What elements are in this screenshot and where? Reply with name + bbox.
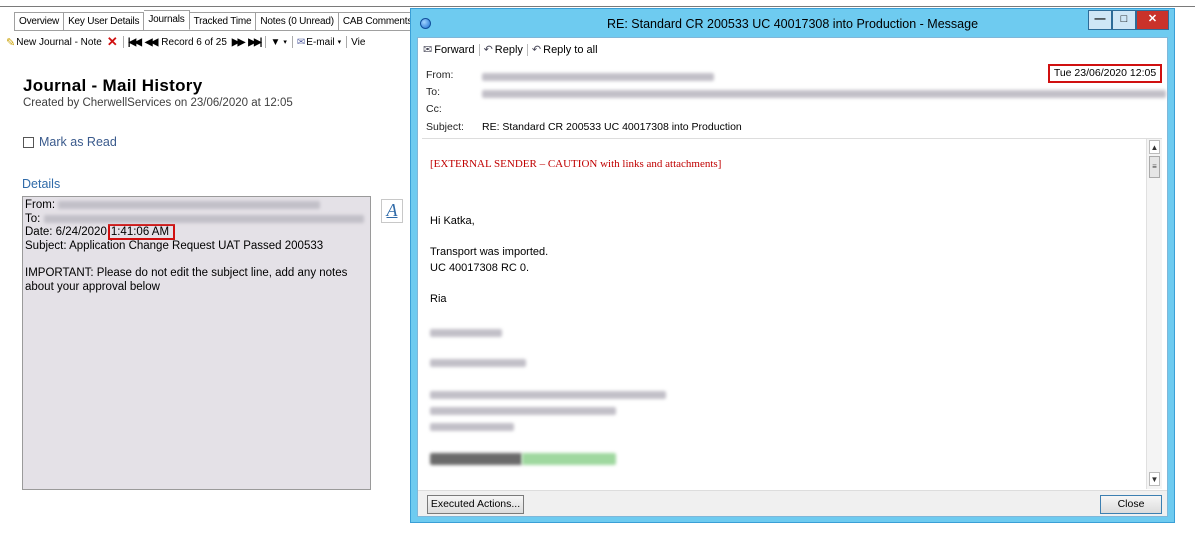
reply-all-icon: ↶ xyxy=(531,44,542,56)
to-label: To: xyxy=(25,212,41,225)
close-window-button[interactable]: ✕ xyxy=(1136,10,1169,30)
executed-actions-button[interactable]: Executed Actions... xyxy=(427,495,524,514)
from-label: From: xyxy=(25,199,56,211)
toolbar-separator xyxy=(478,43,480,56)
filter-icon: ▼ xyxy=(270,36,281,48)
last-record-icon[interactable]: ▶▶| xyxy=(248,37,262,48)
tabs-divider xyxy=(14,30,414,31)
redacted-signature-line xyxy=(430,327,502,339)
first-record-icon[interactable]: |◀◀ xyxy=(128,37,142,48)
forward-button[interactable]: ✉ Forward xyxy=(423,43,475,57)
body-line-2: UC 40017308 RC 0. xyxy=(430,262,530,274)
to-field-value xyxy=(482,88,1166,100)
message-button-bar: Executed Actions... Close xyxy=(418,490,1167,516)
close-button[interactable]: Close xyxy=(1100,495,1162,514)
to-field-label: To: xyxy=(426,86,441,98)
message-window: RE: Standard CR 200533 UC 40017308 into … xyxy=(410,8,1175,523)
reply-all-label: Reply to all xyxy=(543,43,598,56)
details-label: Details xyxy=(22,177,61,191)
date-label: Date: 6/24/2020 xyxy=(25,226,107,239)
email-button[interactable]: ✉ E-mail ▾ xyxy=(297,37,341,48)
email-icon: ✉ xyxy=(296,36,306,48)
details-date-line: Date: 6/24/2020 1:41:06 AM xyxy=(25,224,368,241)
greeting-text: Hi Katka, xyxy=(430,215,475,227)
tab-key-user-details[interactable]: Key User Details xyxy=(64,12,145,30)
redacted-company-logo xyxy=(430,453,616,466)
reply-all-button[interactable]: ↶ Reply to all xyxy=(531,43,598,57)
body-line-1: Transport was imported. xyxy=(430,246,549,258)
delete-button[interactable]: ✕ xyxy=(107,34,118,50)
reply-icon: ↶ xyxy=(483,44,493,56)
dropdown-arrow-icon: ▾ xyxy=(337,39,342,46)
new-journal-button[interactable]: ✎ New Journal - Note xyxy=(6,36,102,49)
message-client: ✉ Forward ↶ Reply ↶ Reply to all From: T… xyxy=(417,37,1168,517)
redacted-signature-line xyxy=(430,405,616,417)
tab-notes[interactable]: Notes (0 Unread) xyxy=(256,12,339,30)
details-subject-line: Subject: Application Change Request UAT … xyxy=(25,240,324,253)
details-important-note: IMPORTANT: Please do not edit the subjec… xyxy=(25,266,348,293)
external-sender-warning: [EXTERNAL SENDER – CAUTION with links an… xyxy=(430,158,722,170)
next-record-icon[interactable]: ▶▶ xyxy=(232,37,245,48)
message-window-title: RE: Standard CR 200533 UC 40017308 into … xyxy=(606,17,979,31)
subject-field-value: RE: Standard CR 200533 UC 40017308 into … xyxy=(482,121,742,133)
maximize-button[interactable]: □ xyxy=(1112,10,1136,30)
created-by-text: Created by CherwellServices on 23/06/202… xyxy=(23,97,293,109)
details-to-line: To: xyxy=(25,213,368,227)
mark-as-read-checkbox[interactable]: Mark as Read xyxy=(23,135,117,149)
message-toolbar: ✉ Forward ↶ Reply ↶ Reply to all xyxy=(423,43,602,56)
top-divider xyxy=(0,6,1195,7)
scroll-down-icon[interactable]: ▼ xyxy=(1149,472,1160,486)
forward-icon: ✉ xyxy=(423,44,433,56)
subject-field-label: Subject: xyxy=(426,121,464,133)
toolbar-separator xyxy=(265,36,267,48)
tab-tracked-time[interactable]: Tracked Time xyxy=(189,12,257,30)
tab-journals[interactable]: Journals xyxy=(144,10,190,30)
previous-record-icon[interactable]: ◀◀ xyxy=(145,37,158,48)
redacted-sender xyxy=(482,73,714,82)
delete-icon: ✕ xyxy=(106,34,118,49)
redacted-recipient xyxy=(43,214,364,223)
page-title: Journal - Mail History xyxy=(23,76,203,95)
cc-field-label: Cc: xyxy=(426,103,442,115)
scroll-thumb[interactable]: ≡ xyxy=(1149,156,1160,178)
journal-toolbar: ✎ New Journal - Note ✕ |◀◀ ◀◀ Record 6 o… xyxy=(6,34,370,50)
filter-button[interactable]: ▼ ▾ xyxy=(270,37,286,48)
email-label: E-mail xyxy=(306,36,335,48)
vertical-scrollbar[interactable]: ▲ ≡ ▼ xyxy=(1146,139,1162,489)
dropdown-arrow-icon: ▾ xyxy=(283,39,287,46)
details-from-line: From: xyxy=(25,199,368,213)
details-textarea[interactable]: From: To: Date: 6/24/2020 1:41:06 AM Subj… xyxy=(22,196,371,490)
view-button[interactable]: Vie xyxy=(351,37,365,48)
minimize-button[interactable]: — xyxy=(1088,10,1112,30)
toolbar-separator xyxy=(122,36,124,48)
toolbar-separator xyxy=(346,36,348,48)
from-field-label: From: xyxy=(426,69,454,81)
reply-label: Reply xyxy=(494,43,523,56)
redacted-signature-line xyxy=(430,357,526,369)
signoff-text: Ria xyxy=(430,293,447,305)
font-format-icon[interactable]: A xyxy=(381,199,403,223)
scroll-up-icon[interactable]: ▲ xyxy=(1149,140,1160,154)
reply-button[interactable]: ↶ Reply xyxy=(483,43,523,57)
pencil-icon: ✎ xyxy=(6,36,16,49)
toolbar-separator xyxy=(291,36,293,48)
message-body[interactable]: [EXTERNAL SENDER – CAUTION with links an… xyxy=(422,138,1162,489)
toolbar-separator xyxy=(526,43,528,56)
redacted-sender xyxy=(58,200,321,209)
mark-as-read-label: Mark as Read xyxy=(39,135,117,149)
new-journal-label: New Journal - Note xyxy=(16,36,102,48)
checkbox-icon xyxy=(23,136,34,148)
date-time-highlight: 1:41:06 AM xyxy=(107,224,176,241)
sent-date-highlight: Tue 23/06/2020 12:05 xyxy=(1048,64,1162,83)
redacted-signature-line xyxy=(430,389,666,401)
redacted-signature-line xyxy=(430,421,514,433)
message-titlebar[interactable]: RE: Standard CR 200533 UC 40017308 into … xyxy=(411,9,1174,37)
redacted-recipients xyxy=(482,90,1166,99)
record-counter: Record 6 of 25 xyxy=(161,36,227,48)
tab-overview[interactable]: Overview xyxy=(14,12,65,30)
from-field-value xyxy=(482,71,714,83)
record-tabs: Overview Key User Details Journals Track… xyxy=(14,10,423,31)
forward-label: Forward xyxy=(434,43,475,56)
